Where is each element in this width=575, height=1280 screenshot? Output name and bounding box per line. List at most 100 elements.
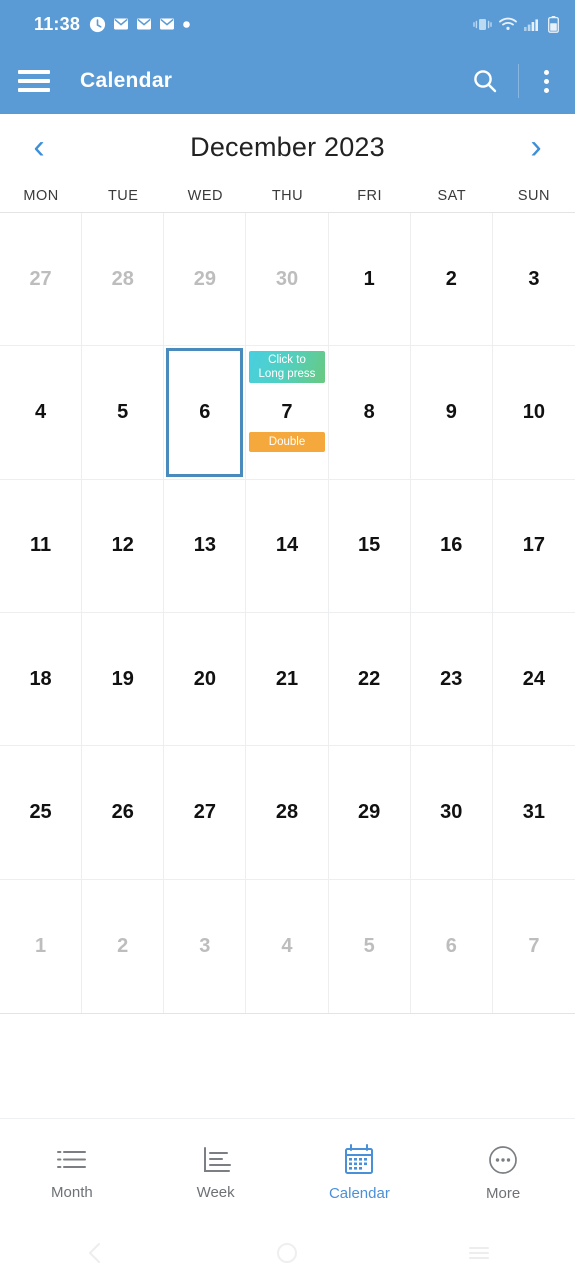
day-number: 2 <box>445 267 457 290</box>
weekday-label: SUN <box>517 188 550 204</box>
nav-item-calendar[interactable]: Calendar <box>288 1143 432 1202</box>
calendar-day-cell[interactable]: 13 <box>164 479 247 613</box>
hamburger-menu-icon[interactable] <box>18 70 50 92</box>
calendar-day-cell[interactable]: 22 <box>328 612 411 747</box>
day-number: 22 <box>358 667 381 690</box>
calendar-day-cell[interactable]: 26 <box>82 746 165 880</box>
day-number: 10 <box>522 400 546 423</box>
more-circle-icon <box>486 1144 520 1176</box>
calendar-day-cell[interactable]: 12 <box>82 479 165 613</box>
calendar-day-cell[interactable]: 5 <box>82 346 165 480</box>
calendar-day-cell[interactable]: 1 <box>0 879 83 1013</box>
day-number: 20 <box>193 667 216 690</box>
previous-month-button[interactable]: ‹ <box>22 130 56 164</box>
day-number: 1 <box>35 934 47 957</box>
calendar-day-cell[interactable]: 16 <box>410 479 493 613</box>
weekday-label: MON <box>23 188 59 204</box>
page-title: Calendar <box>80 69 173 92</box>
calendar-day-cell[interactable]: 4 <box>246 879 329 1013</box>
nav-item-month[interactable]: Month <box>0 1145 144 1201</box>
day-number: 28 <box>111 267 134 290</box>
event-chip-double[interactable]: Double <box>249 432 325 453</box>
calendar-day-cell[interactable]: 4 <box>0 346 83 480</box>
calendar-day-cell[interactable]: 3 <box>164 879 247 1013</box>
day-number: 27 <box>29 267 52 290</box>
recents-lines-icon[interactable] <box>383 1240 575 1266</box>
vibrate-icon <box>473 17 492 32</box>
day-number: 26 <box>111 800 134 823</box>
app-bar: Calendar <box>0 48 575 114</box>
calendar-day-cell[interactable]: 17 <box>492 480 575 613</box>
calendar-day-cell[interactable]: 27 <box>0 213 83 347</box>
calendar-day-cell[interactable]: 1 <box>328 213 411 347</box>
nav-label: Week <box>196 1183 235 1201</box>
day-number: 5 <box>363 934 375 957</box>
day-number: 8 <box>363 400 375 423</box>
next-month-button[interactable]: › <box>519 130 553 164</box>
day-number: 4 <box>281 934 293 957</box>
mail-icon <box>136 16 152 32</box>
calendar-day-cell[interactable]: 21 <box>246 612 329 747</box>
kebab-menu-icon[interactable] <box>533 66 559 96</box>
day-number: 2 <box>117 934 129 957</box>
calendar-day-cell[interactable]: 9 <box>410 346 493 480</box>
calendar-day-cell[interactable]: 30 <box>246 213 329 347</box>
calendar-day-cell[interactable]: 15 <box>328 479 411 613</box>
day-number: 17 <box>522 534 546 557</box>
calendar-day-cell[interactable]: 27 <box>164 746 247 880</box>
back-chevron-icon[interactable] <box>0 1240 192 1266</box>
calendar-day-cell[interactable]: 29 <box>164 213 247 347</box>
nav-label: More <box>486 1184 521 1202</box>
status-notification-icons <box>89 16 191 33</box>
calendar-day-cell[interactable]: 2 <box>410 213 493 347</box>
nav-item-week[interactable]: Week <box>144 1145 288 1201</box>
day-number: 29 <box>193 267 216 290</box>
month-navigation-bar: ‹ December 2023 › <box>0 114 575 180</box>
day-number: 19 <box>111 667 134 690</box>
calendar-day-cell[interactable]: 23 <box>410 612 493 747</box>
day-number: 5 <box>117 400 129 423</box>
cellular-signal-icon <box>524 17 541 31</box>
nav-item-more[interactable]: More <box>431 1144 575 1202</box>
status-bar: 11:38 <box>0 0 575 48</box>
calendar-day-cell[interactable]: 20 <box>164 612 247 747</box>
day-number: 30 <box>275 267 299 290</box>
day-number: 14 <box>275 534 299 557</box>
search-icon[interactable] <box>470 66 500 96</box>
calendar-day-cell[interactable]: 25 <box>0 746 83 880</box>
calendar-day-cell[interactable]: 30 <box>410 746 493 880</box>
calendar-day-cell[interactable]: 2 <box>82 879 165 1013</box>
weekday-label: TUE <box>107 188 139 204</box>
calendar-day-cell[interactable]: 10 <box>492 346 575 480</box>
calendar-day-cell[interactable]: 14 <box>246 479 329 613</box>
calendar-day-cell[interactable]: Click to Long press 7 Double <box>246 346 329 480</box>
alarm-clock-icon <box>89 16 106 33</box>
calendar-day-cell[interactable]: 11 <box>0 479 83 613</box>
mail-icon <box>113 16 129 32</box>
calendar-day-cell[interactable]: 7 <box>493 880 575 1013</box>
dot-icon <box>182 20 191 29</box>
day-number: 4 <box>35 400 47 423</box>
status-system-icons <box>473 15 559 33</box>
day-number: 6 <box>445 934 457 957</box>
phone-screen: 11:38 Calendar ‹ December 2023 › MON TUE… <box>0 0 575 1280</box>
calendar-day-cell[interactable]: 29 <box>328 746 411 880</box>
day-number: 16 <box>440 534 463 557</box>
calendar-day-cell[interactable]: 19 <box>82 612 165 747</box>
day-number: 9 <box>445 400 457 423</box>
calendar-day-cell[interactable]: 8 <box>328 346 411 480</box>
calendar-day-cell[interactable]: 31 <box>492 746 575 880</box>
calendar-day-cell[interactable]: 5 <box>329 879 411 1013</box>
event-chip-click-to-long-press[interactable]: Click to Long press <box>249 351 325 384</box>
calendar-day-cell[interactable]: 28 <box>246 746 329 880</box>
day-number: 12 <box>111 534 134 557</box>
calendar-day-cell[interactable]: 28 <box>82 213 165 347</box>
calendar-day-cell[interactable]: 3 <box>492 213 575 347</box>
calendar-day-cell[interactable]: 24 <box>492 613 575 747</box>
calendar-day-cell[interactable]: 6 <box>411 879 493 1013</box>
nav-label: Month <box>51 1183 93 1201</box>
calendar-day-cell[interactable]: 6 <box>164 346 247 480</box>
day-number: 18 <box>29 667 52 690</box>
home-circle-icon[interactable] <box>192 1240 384 1266</box>
calendar-day-cell[interactable]: 18 <box>0 612 83 747</box>
